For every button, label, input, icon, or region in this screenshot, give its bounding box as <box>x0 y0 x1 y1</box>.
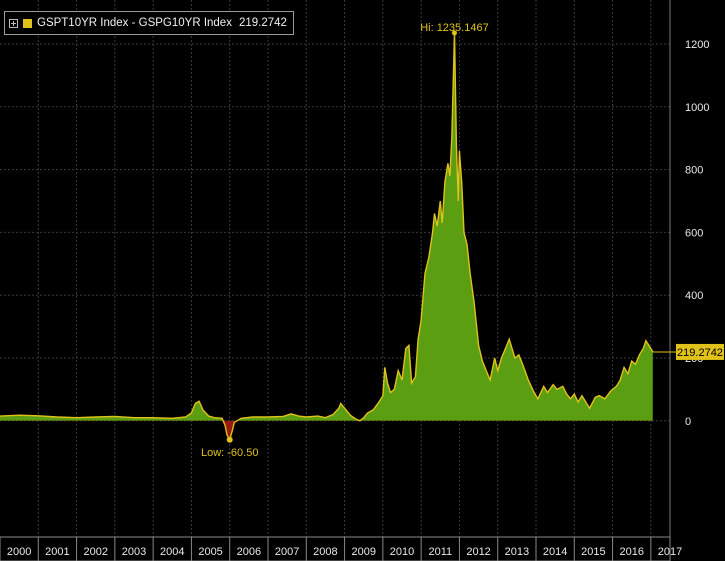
series-line <box>0 32 654 442</box>
x-tick-label: 2012 <box>466 546 490 558</box>
x-tick-label: 2016 <box>619 546 643 558</box>
low-label: Low: -60.50 <box>201 447 258 459</box>
x-tick-label: 2015 <box>581 546 605 558</box>
legend-swatch <box>23 18 32 28</box>
x-tick-label: 2000 <box>7 546 31 558</box>
x-tick-label: 2006 <box>237 546 261 558</box>
y-tick-label: 1200 <box>685 39 709 51</box>
x-tick-label: 2007 <box>275 546 299 558</box>
x-tick-label: 2010 <box>390 546 414 558</box>
low-marker <box>226 436 233 443</box>
y-tick-label: 600 <box>685 227 703 239</box>
series-area <box>0 32 654 442</box>
x-tick-label: 2008 <box>313 546 337 558</box>
x-tick-label: 2004 <box>160 546 184 558</box>
x-tick-label: 2017 <box>658 546 682 558</box>
x-tick-label: 2014 <box>543 546 567 558</box>
series-area-negative <box>223 420 237 440</box>
chart-canvas: 020040060080010001200 200020012002200320… <box>0 0 724 561</box>
y-axis: 020040060080010001200 <box>669 0 709 537</box>
y-tick-label: 800 <box>685 165 703 177</box>
x-axis: 2000 2001 2002 2003 2004 2005 2006 2007 2008 2009… <box>0 536 682 561</box>
expand-icon[interactable] <box>9 18 18 28</box>
chart-grid <box>0 0 670 537</box>
x-tick-label: 2002 <box>83 546 107 558</box>
x-tick-label: 2001 <box>45 546 69 558</box>
legend-last-value: 219.2742 <box>238 17 287 29</box>
x-tick-label: 2009 <box>351 546 375 558</box>
y-tick-label: 1000 <box>685 102 709 114</box>
high-label: Hi: 1235.1467 <box>420 22 489 34</box>
x-tick-label: 2003 <box>122 546 146 558</box>
y-tick-label: 0 <box>685 416 691 428</box>
legend[interactable]: GSPT10YR Index - GSPG10YR Index 219.2742 <box>4 11 294 35</box>
y-tick-label: 400 <box>685 290 703 302</box>
last-value-label: 219.2742 <box>677 347 723 359</box>
series-area-positive <box>0 32 653 421</box>
x-tick-label: 2005 <box>198 546 222 558</box>
legend-series-name: GSPT10YR Index - GSPG10YR Index <box>37 17 232 29</box>
x-tick-label: 2011 <box>428 546 452 558</box>
x-tick-label: 2013 <box>505 546 529 558</box>
